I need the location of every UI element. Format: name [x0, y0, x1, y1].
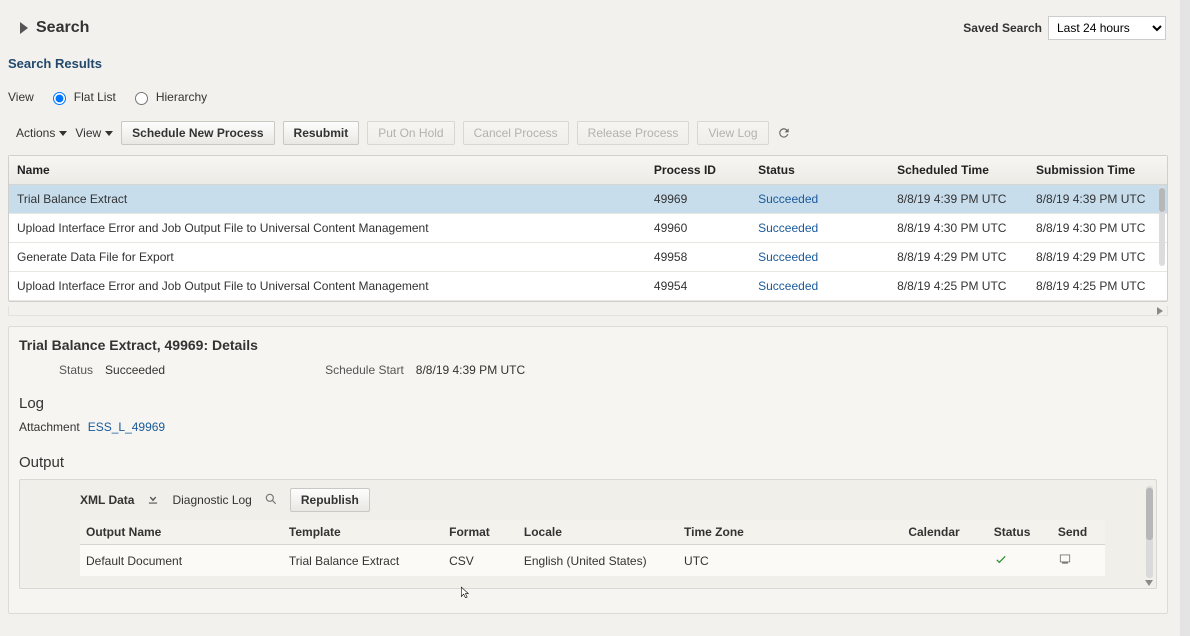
cell-sub: 8/8/19 4:30 PM UTC: [1028, 214, 1167, 243]
status-link[interactable]: Succeeded: [758, 250, 818, 264]
status-link[interactable]: Succeeded: [758, 221, 818, 235]
col-name[interactable]: Name: [9, 156, 646, 185]
release-process-button: Release Process: [577, 121, 690, 145]
out-locale: English (United States): [518, 545, 678, 577]
cell-status[interactable]: Succeeded: [750, 272, 889, 301]
chevron-down-icon: [59, 131, 67, 136]
view-log-button: View Log: [697, 121, 768, 145]
out-format: CSV: [443, 545, 518, 577]
search-results-heading: Search Results: [6, 50, 1170, 75]
cell-name: Trial Balance Extract: [9, 185, 646, 214]
out-col-format: Format: [443, 520, 518, 545]
download-icon[interactable]: [146, 492, 160, 509]
republish-button[interactable]: Republish: [290, 488, 370, 512]
out-send-icon[interactable]: [1052, 545, 1105, 577]
cell-pid: 49969: [646, 185, 750, 214]
view-switch-row: View Flat List Hierarchy: [6, 75, 1170, 119]
cell-name: Upload Interface Error and Job Output Fi…: [9, 272, 646, 301]
cell-status[interactable]: Succeeded: [750, 243, 889, 272]
table-row[interactable]: Trial Balance Extract49969 Succeeded 8/8/1…: [9, 185, 1167, 214]
collapse-arrow-icon[interactable]: [20, 22, 28, 34]
out-calendar: [902, 545, 987, 577]
cell-name: Upload Interface Error and Job Output Fi…: [9, 214, 646, 243]
col-process-id[interactable]: Process ID: [646, 156, 750, 185]
cell-sched: 8/8/19 4:25 PM UTC: [889, 272, 1028, 301]
out-tz: UTC: [678, 545, 902, 577]
table-row[interactable]: Upload Interface Error and Job Output Fi…: [9, 214, 1167, 243]
xml-data-label: XML Data: [80, 493, 134, 507]
out-col-template: Template: [283, 520, 443, 545]
out-col-locale: Locale: [518, 520, 678, 545]
cancel-process-button: Cancel Process: [463, 121, 569, 145]
table-row[interactable]: Generate Data File for Export49958 Succee…: [9, 243, 1167, 272]
flat-list-radio-input[interactable]: [53, 92, 66, 105]
table-scrollbar-horizontal[interactable]: [8, 306, 1168, 316]
flat-list-radio[interactable]: Flat List: [48, 89, 116, 105]
output-heading: Output: [19, 436, 1157, 473]
details-title: Trial Balance Extract, 49969: Details: [19, 337, 1157, 353]
diagnostic-icon[interactable]: [264, 492, 278, 509]
out-col-tz: Time Zone: [678, 520, 902, 545]
cell-sub: 8/8/19 4:25 PM UTC: [1028, 272, 1167, 301]
hierarchy-radio-input[interactable]: [135, 92, 148, 105]
output-panel: XML Data Diagnostic Log Republish Output…: [19, 479, 1157, 589]
details-sched-value: 8/8/19 4:39 PM UTC: [416, 363, 525, 377]
out-col-calendar: Calendar: [902, 520, 987, 545]
out-status-icon: [988, 545, 1052, 577]
output-row[interactable]: Default Document Trial Balance Extract C…: [80, 545, 1105, 577]
table-toolbar: Actions View Schedule New Process Resubm…: [6, 119, 1170, 155]
cell-sub: 8/8/19 4:29 PM UTC: [1028, 243, 1167, 272]
log-heading: Log: [19, 377, 1157, 414]
status-link[interactable]: Succeeded: [758, 279, 818, 293]
details-status-value: Succeeded: [105, 363, 165, 377]
output-table: Output Name Template Format Locale Time …: [80, 520, 1105, 576]
search-title: Search: [36, 19, 89, 37]
cell-sched: 8/8/19 4:29 PM UTC: [889, 243, 1028, 272]
details-status-label: Status: [59, 363, 93, 377]
details-panel: Trial Balance Extract, 49969: Details St…: [8, 326, 1168, 614]
saved-search-label: Saved Search: [963, 21, 1042, 35]
view-label: View: [8, 90, 34, 104]
diagnostic-log-label: Diagnostic Log: [172, 493, 251, 507]
out-name: Default Document: [80, 545, 283, 577]
out-template: Trial Balance Extract: [283, 545, 443, 577]
refresh-icon[interactable]: [777, 126, 791, 140]
details-sched-label: Schedule Start: [325, 363, 404, 377]
process-table: Name Process ID Status Scheduled Time Su…: [8, 155, 1168, 302]
col-status[interactable]: Status: [750, 156, 889, 185]
cell-pid: 49960: [646, 214, 750, 243]
put-on-hold-button: Put On Hold: [367, 121, 454, 145]
actions-menu[interactable]: Actions: [16, 126, 67, 140]
scroll-right-icon[interactable]: [1157, 307, 1163, 315]
schedule-new-process-button[interactable]: Schedule New Process: [121, 121, 274, 145]
resubmit-button[interactable]: Resubmit: [283, 121, 360, 145]
saved-search-select[interactable]: Last 24 hours: [1048, 16, 1166, 40]
chevron-down-icon: [105, 131, 113, 136]
output-scrollbar-vertical[interactable]: [1146, 486, 1153, 578]
out-col-status: Status: [988, 520, 1052, 545]
table-row[interactable]: Upload Interface Error and Job Output Fi…: [9, 272, 1167, 301]
out-col-send: Send: [1052, 520, 1105, 545]
table-header-row: Name Process ID Status Scheduled Time Su…: [9, 156, 1167, 185]
cell-name: Generate Data File for Export: [9, 243, 646, 272]
cell-pid: 49958: [646, 243, 750, 272]
attachment-link[interactable]: ESS_L_49969: [88, 420, 165, 434]
cell-sched: 8/8/19 4:39 PM UTC: [889, 185, 1028, 214]
status-link[interactable]: Succeeded: [758, 192, 818, 206]
cell-pid: 49954: [646, 272, 750, 301]
hierarchy-radio[interactable]: Hierarchy: [130, 89, 207, 105]
cell-sub: 8/8/19 4:39 PM UTC: [1028, 185, 1167, 214]
search-header: Search Saved Search Last 24 hours: [6, 6, 1170, 50]
scroll-down-icon[interactable]: [1145, 580, 1153, 586]
table-scrollbar-vertical[interactable]: [1159, 186, 1165, 266]
cell-sched: 8/8/19 4:30 PM UTC: [889, 214, 1028, 243]
attachment-label: Attachment: [19, 420, 80, 434]
col-submission[interactable]: Submission Time: [1028, 156, 1167, 185]
cell-status[interactable]: Succeeded: [750, 214, 889, 243]
cell-status[interactable]: Succeeded: [750, 185, 889, 214]
col-scheduled[interactable]: Scheduled Time: [889, 156, 1028, 185]
out-col-name: Output Name: [80, 520, 283, 545]
view-menu[interactable]: View: [75, 126, 113, 140]
